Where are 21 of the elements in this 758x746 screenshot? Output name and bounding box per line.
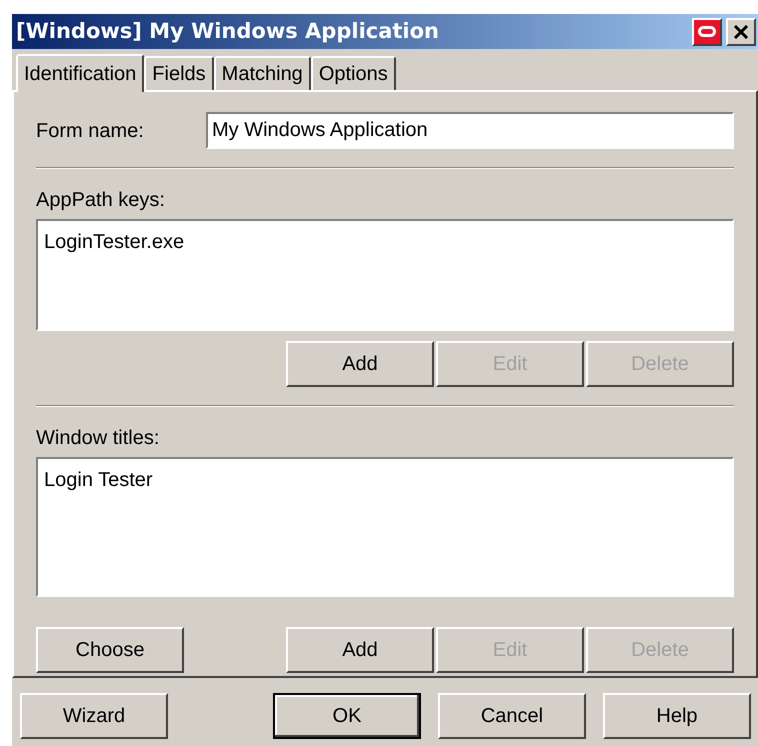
button[interactable]: Help bbox=[603, 693, 751, 739]
button[interactable]: OK bbox=[273, 693, 421, 739]
tab[interactable]: Options bbox=[310, 56, 396, 90]
button[interactable]: Add bbox=[286, 341, 434, 387]
tab[interactable]: Matching bbox=[214, 56, 311, 90]
button[interactable]: Choose bbox=[36, 627, 184, 673]
form-name-label: Form name: bbox=[36, 118, 145, 144]
section-label: AppPath keys: bbox=[36, 188, 166, 213]
button[interactable]: Add bbox=[286, 627, 434, 673]
button[interactable]: Wizard bbox=[20, 693, 168, 739]
list-item[interactable]: LoginTester.exe bbox=[44, 227, 726, 257]
list-item[interactable]: Login Tester bbox=[44, 465, 726, 495]
tab[interactable]: Fields bbox=[144, 56, 214, 90]
window-title: [Windows] My Windows Application bbox=[16, 18, 440, 45]
tab[interactable]: Identification bbox=[16, 54, 144, 92]
close-icon[interactable] bbox=[726, 18, 756, 46]
section-label: Window titles: bbox=[36, 426, 160, 451]
button[interactable]: Cancel bbox=[438, 693, 586, 739]
form-name-field[interactable]: My Windows Application bbox=[206, 112, 734, 149]
list-box[interactable]: LoginTester.exe bbox=[36, 219, 734, 331]
list-box[interactable]: Login Tester bbox=[36, 457, 734, 597]
